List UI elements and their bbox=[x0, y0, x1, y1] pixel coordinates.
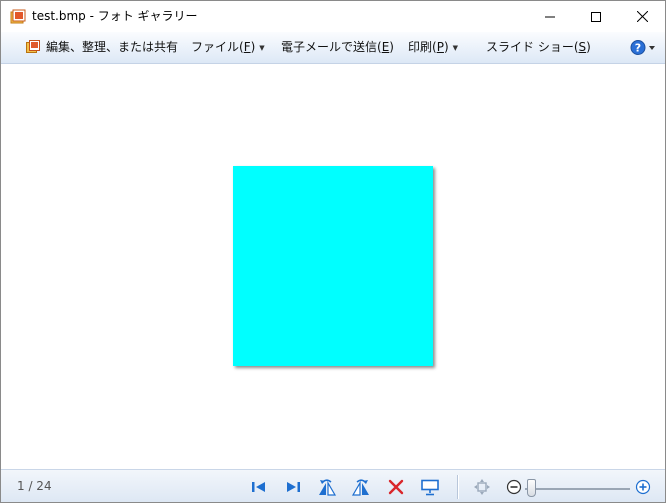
slideshow-icon bbox=[421, 479, 439, 495]
close-button[interactable] bbox=[619, 1, 665, 32]
zoom-slider-track[interactable] bbox=[525, 488, 630, 490]
print-menu-label-close: ) bbox=[443, 40, 449, 54]
print-menu-accesskey: P bbox=[436, 40, 444, 54]
zoom-out-icon bbox=[506, 479, 522, 495]
file-menu[interactable]: ファイル(F) ▼ bbox=[191, 32, 265, 63]
slideshow-menu-label-close: ) bbox=[586, 40, 591, 54]
dropdown-arrow-icon: ▼ bbox=[452, 44, 459, 52]
photo-gallery-window: test.bmp - フォト ギャラリー 編集、整理、または共有 ファイル(F)… bbox=[0, 0, 666, 503]
next-button[interactable] bbox=[283, 477, 303, 497]
close-icon bbox=[636, 11, 648, 22]
minimize-icon bbox=[545, 16, 555, 17]
maximize-button[interactable] bbox=[573, 1, 619, 32]
zoom-in-button[interactable] bbox=[633, 477, 653, 497]
next-icon bbox=[287, 482, 300, 492]
previous-icon bbox=[252, 482, 265, 492]
photo-gallery-app-icon[interactable] bbox=[10, 9, 26, 25]
actual-size-icon bbox=[474, 479, 490, 495]
file-menu-accesskey: F bbox=[243, 40, 251, 54]
delete-icon bbox=[388, 479, 404, 495]
help-button[interactable]: ? bbox=[630, 39, 658, 56]
slideshow-menu-accesskey: S bbox=[578, 40, 587, 54]
zoom-in-icon bbox=[635, 479, 651, 495]
actual-size-button[interactable] bbox=[472, 477, 492, 497]
svg-text:?: ? bbox=[635, 42, 641, 55]
rotate-counterclockwise-icon bbox=[319, 479, 337, 496]
toolbar-separator bbox=[457, 475, 459, 499]
slideshow-menu-label: スライド ショー( bbox=[486, 40, 579, 54]
rotate-left-button[interactable] bbox=[317, 477, 337, 497]
file-menu-label: ファイル( bbox=[191, 40, 244, 54]
zoom-slider-thumb[interactable] bbox=[527, 479, 536, 497]
bottom-toolbar: 1 / 24 bbox=[1, 469, 665, 502]
print-menu-label: 印刷( bbox=[408, 40, 437, 54]
slideshow-button[interactable] bbox=[420, 477, 440, 497]
minimize-button[interactable] bbox=[527, 1, 573, 32]
previous-button[interactable] bbox=[249, 477, 269, 497]
rotate-right-button[interactable] bbox=[351, 477, 371, 497]
help-icon: ? bbox=[630, 40, 655, 55]
email-menu-label-close: ) bbox=[389, 40, 394, 54]
window-title: test.bmp - フォト ギャラリー bbox=[32, 9, 198, 23]
slideshow-menu[interactable]: スライド ショー(S) bbox=[486, 32, 591, 63]
delete-button[interactable] bbox=[386, 477, 406, 497]
email-menu-label: 電子メールで送信( bbox=[281, 40, 382, 54]
maximize-icon bbox=[591, 11, 601, 22]
title-bar: test.bmp - フォト ギャラリー bbox=[1, 1, 665, 32]
dropdown-arrow-icon: ▼ bbox=[259, 44, 265, 52]
file-menu-label-close: ) bbox=[250, 40, 256, 54]
rotate-clockwise-icon bbox=[351, 479, 369, 496]
displayed-photo[interactable] bbox=[233, 166, 433, 366]
image-viewer-area bbox=[1, 64, 665, 468]
email-menu[interactable]: 電子メールで送信(E) bbox=[281, 32, 394, 63]
photo-counter: 1 / 24 bbox=[17, 479, 52, 493]
organize-icon bbox=[26, 40, 40, 53]
print-menu[interactable]: 印刷(P) ▼ bbox=[408, 32, 458, 63]
zoom-out-button[interactable] bbox=[504, 477, 524, 497]
organize-share-label: 編集、整理、または共有 bbox=[46, 40, 179, 54]
command-bar: 編集、整理、または共有 ファイル(F) ▼ 電子メールで送信(E) 印刷(P) ▼ … bbox=[1, 32, 665, 64]
